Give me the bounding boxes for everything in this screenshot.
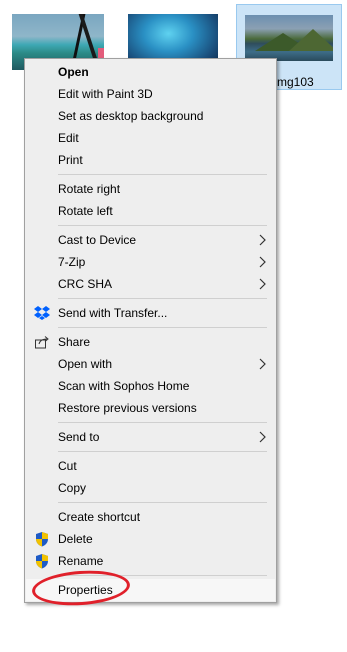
chevron-right-icon <box>259 278 266 290</box>
menu-item-7-zip[interactable]: 7-Zip <box>26 251 275 273</box>
menu-item-label: Create shortcut <box>58 510 141 524</box>
menu-item-edit-with-paint-3d[interactable]: Edit with Paint 3D <box>26 83 275 105</box>
menu-item-label: Edit with Paint 3D <box>58 87 153 101</box>
menu-item-rotate-left[interactable]: Rotate left <box>26 200 275 222</box>
menu-item-create-shortcut[interactable]: Create shortcut <box>26 506 275 528</box>
menu-item-label: Print <box>58 153 83 167</box>
menu-item-label: Delete <box>58 532 93 546</box>
share-icon <box>35 336 49 349</box>
menu-item-label: Open <box>58 65 89 79</box>
chevron-right-icon <box>259 358 266 370</box>
menu-item-delete[interactable]: Delete <box>26 528 275 550</box>
menu-separator <box>58 502 267 503</box>
chevron-right-icon <box>259 234 266 246</box>
menu-item-label: Cast to Device <box>58 233 137 247</box>
menu-item-label: Rotate left <box>58 204 113 218</box>
menu-item-restore-previous-versions[interactable]: Restore previous versions <box>26 397 275 419</box>
menu-item-label: Copy <box>58 481 87 495</box>
menu-item-crc-sha[interactable]: CRC SHA <box>26 273 275 295</box>
thumbnail-image-3 <box>245 15 333 61</box>
menu-item-rotate-right[interactable]: Rotate right <box>26 178 275 200</box>
menu-item-open-with[interactable]: Open with <box>26 353 275 375</box>
menu-item-label: Rename <box>58 554 104 568</box>
chevron-right-icon <box>259 431 266 443</box>
menu-item-print[interactable]: Print <box>26 149 275 171</box>
menu-item-label: Open with <box>58 357 113 371</box>
menu-item-cut[interactable]: Cut <box>26 455 275 477</box>
menu-item-label: Rotate right <box>58 182 121 196</box>
menu-item-cast-to-device[interactable]: Cast to Device <box>26 229 275 251</box>
menu-separator <box>58 298 267 299</box>
menu-item-label: Set as desktop background <box>58 109 204 123</box>
menu-separator <box>58 327 267 328</box>
menu-item-label: Cut <box>58 459 77 473</box>
menu-item-label: Send with Transfer... <box>58 306 168 320</box>
uac-shield-icon <box>36 532 48 547</box>
menu-item-label: Edit <box>58 131 79 145</box>
menu-item-send-to[interactable]: Send to <box>26 426 275 448</box>
menu-item-open[interactable]: Open <box>26 61 275 83</box>
menu-separator <box>58 225 267 226</box>
dropbox-icon <box>34 306 50 320</box>
menu-separator <box>58 422 267 423</box>
menu-item-scan-with-sophos-home[interactable]: Scan with Sophos Home <box>26 375 275 397</box>
menu-item-send-with-transfer[interactable]: Send with Transfer... <box>26 302 275 324</box>
menu-separator <box>58 174 267 175</box>
menu-item-label: Restore previous versions <box>58 401 197 415</box>
menu-item-label: Send to <box>58 430 100 444</box>
chevron-right-icon <box>259 256 266 268</box>
menu-item-rename[interactable]: Rename <box>26 550 275 572</box>
mountain-shape <box>289 29 333 51</box>
menu-item-edit[interactable]: Edit <box>26 127 275 149</box>
menu-item-copy[interactable]: Copy <box>26 477 275 499</box>
menu-item-label: Share <box>58 335 91 349</box>
menu-item-label: CRC SHA <box>58 277 113 291</box>
menu-item-label: 7-Zip <box>58 255 86 269</box>
uac-shield-icon <box>36 554 48 569</box>
file-name-label: mg103 <box>277 75 314 89</box>
menu-item-set-as-desktop-background[interactable]: Set as desktop background <box>26 105 275 127</box>
context-menu: Open Edit with Paint 3D Set as desktop b… <box>24 58 277 603</box>
menu-separator <box>58 451 267 452</box>
menu-item-share[interactable]: Share <box>26 331 275 353</box>
menu-item-label: Scan with Sophos Home <box>58 379 190 393</box>
